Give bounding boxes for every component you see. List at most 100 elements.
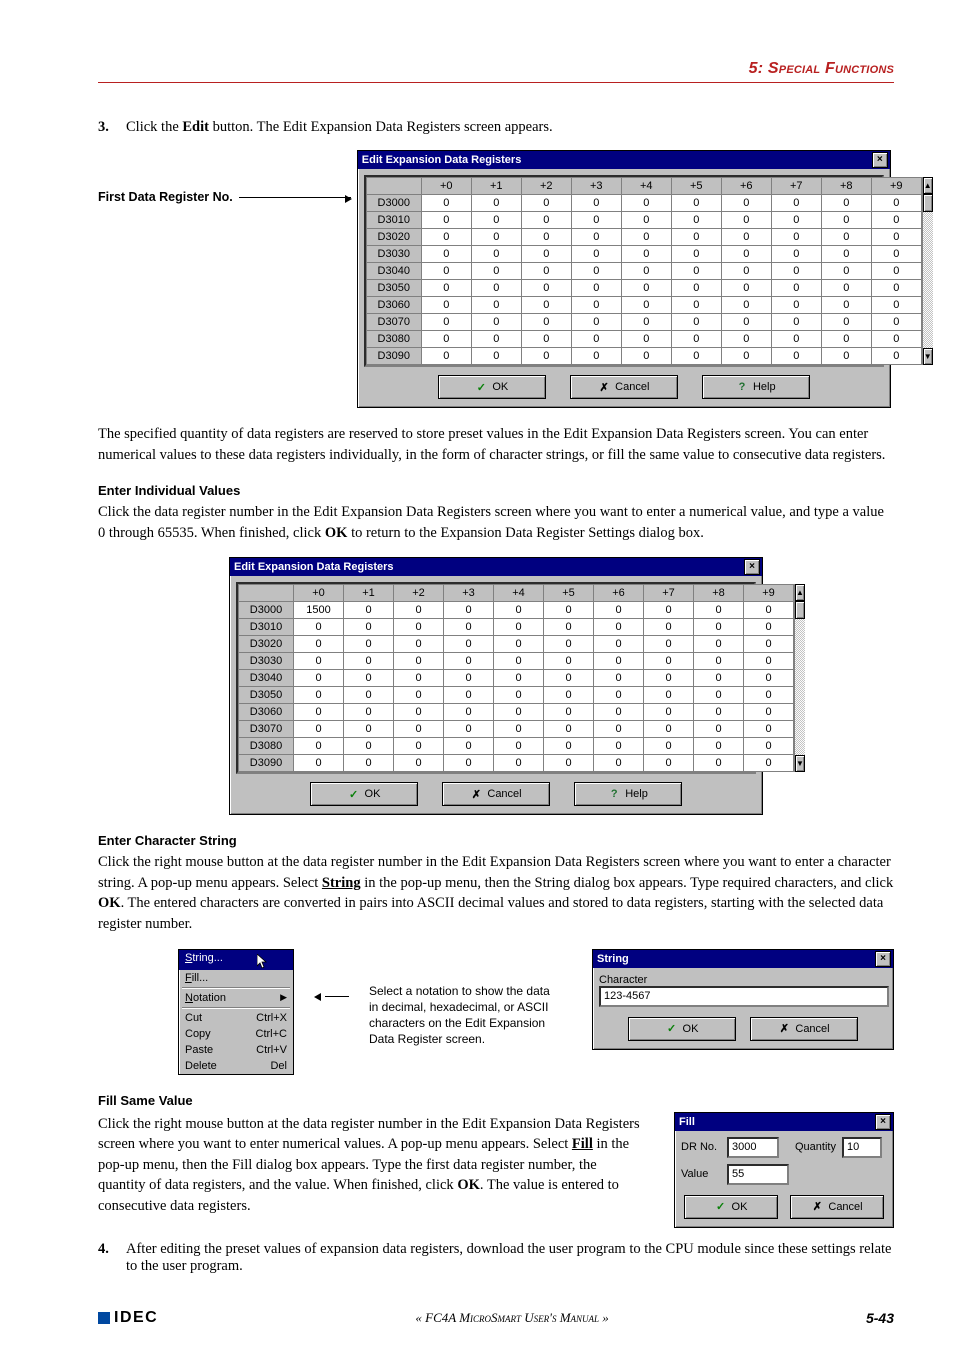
- grid-cell[interactable]: 0: [621, 314, 671, 331]
- grid-cell[interactable]: 0: [821, 297, 871, 314]
- grid-cell[interactable]: 0: [471, 314, 521, 331]
- cancel-button[interactable]: ✗Cancel: [442, 782, 550, 806]
- row-header[interactable]: D3060: [366, 297, 421, 314]
- grid-cell[interactable]: 0: [671, 246, 721, 263]
- row-header[interactable]: D3000: [366, 195, 421, 212]
- grid-cell[interactable]: 0: [521, 229, 571, 246]
- grid-cell[interactable]: 0: [744, 670, 794, 687]
- grid-cell[interactable]: 0: [571, 212, 621, 229]
- grid-cell[interactable]: 0: [821, 280, 871, 297]
- menu-string[interactable]: String...: [179, 950, 293, 970]
- grid-cell[interactable]: 0: [494, 738, 544, 755]
- grid-cell[interactable]: 0: [721, 348, 771, 365]
- grid-cell[interactable]: 0: [744, 602, 794, 619]
- grid-cell[interactable]: 0: [344, 602, 394, 619]
- grid-cell[interactable]: 0: [671, 280, 721, 297]
- context-menu[interactable]: String... Fill... Notation▶ CutCtrl+X Co…: [178, 949, 294, 1075]
- grid-cell[interactable]: 0: [721, 263, 771, 280]
- grid-cell[interactable]: 0: [444, 653, 494, 670]
- grid-cell[interactable]: 0: [621, 331, 671, 348]
- grid-cell[interactable]: 0: [571, 195, 621, 212]
- grid-cell[interactable]: 0: [744, 704, 794, 721]
- grid-cell[interactable]: 0: [671, 263, 721, 280]
- grid-cell[interactable]: 0: [744, 653, 794, 670]
- grid-cell[interactable]: 0: [644, 653, 694, 670]
- grid-cell[interactable]: 0: [621, 263, 671, 280]
- grid-cell[interactable]: 0: [294, 721, 344, 738]
- row-header[interactable]: D3010: [239, 619, 294, 636]
- grid-cell[interactable]: 0: [344, 755, 394, 772]
- row-header[interactable]: D3050: [366, 280, 421, 297]
- row-header[interactable]: D3040: [366, 263, 421, 280]
- grid-cell[interactable]: 0: [671, 229, 721, 246]
- cancel-button[interactable]: ✗Cancel: [570, 375, 678, 399]
- character-input[interactable]: 123-4567: [599, 986, 889, 1007]
- grid-cell[interactable]: 0: [571, 331, 621, 348]
- grid-cell[interactable]: 0: [421, 195, 471, 212]
- grid-cell[interactable]: 0: [694, 670, 744, 687]
- grid-cell[interactable]: 0: [821, 263, 871, 280]
- scroll-thumb[interactable]: [923, 194, 933, 212]
- grid-cell[interactable]: 0: [594, 619, 644, 636]
- grid-cell[interactable]: 0: [294, 704, 344, 721]
- grid-cell[interactable]: 0: [671, 195, 721, 212]
- close-icon[interactable]: ×: [875, 1114, 891, 1130]
- grid-cell[interactable]: 0: [494, 670, 544, 687]
- grid-cell[interactable]: 0: [721, 229, 771, 246]
- grid-cell[interactable]: 0: [521, 263, 571, 280]
- grid-cell[interactable]: 0: [644, 721, 694, 738]
- menu-delete[interactable]: DeleteDel: [179, 1058, 293, 1074]
- grid-cell[interactable]: 0: [644, 670, 694, 687]
- grid-cell[interactable]: 0: [871, 314, 921, 331]
- grid-cell[interactable]: 0: [771, 297, 821, 314]
- grid-cell[interactable]: 0: [871, 246, 921, 263]
- grid-cell[interactable]: 0: [394, 653, 444, 670]
- grid-cell[interactable]: 0: [871, 280, 921, 297]
- row-header[interactable]: D3090: [239, 755, 294, 772]
- grid-cell[interactable]: 0: [644, 738, 694, 755]
- grid-cell[interactable]: 0: [744, 738, 794, 755]
- grid-cell[interactable]: 0: [771, 246, 821, 263]
- row-header[interactable]: D3040: [239, 670, 294, 687]
- row-header[interactable]: D3070: [239, 721, 294, 738]
- register-grid[interactable]: +0+1+2+3+4+5+6+7+8+9D30000000000000D3010…: [366, 177, 922, 365]
- grid-cell[interactable]: 0: [544, 721, 594, 738]
- menu-copy[interactable]: CopyCtrl+C: [179, 1026, 293, 1042]
- grid-cell[interactable]: 0: [544, 602, 594, 619]
- close-icon[interactable]: ×: [744, 559, 760, 575]
- grid-cell[interactable]: 0: [494, 653, 544, 670]
- scroll-up-icon[interactable]: ▲: [795, 584, 805, 601]
- scroll-down-icon[interactable]: ▼: [923, 348, 933, 365]
- grid-cell[interactable]: 0: [621, 229, 671, 246]
- close-icon[interactable]: ×: [875, 951, 891, 967]
- grid-cell[interactable]: 0: [494, 602, 544, 619]
- grid-cell[interactable]: 0: [721, 212, 771, 229]
- grid-cell[interactable]: 0: [294, 738, 344, 755]
- scroll-thumb[interactable]: [795, 601, 805, 619]
- grid-cell[interactable]: 0: [694, 636, 744, 653]
- scroll-up-icon[interactable]: ▲: [923, 177, 933, 194]
- grid-cell[interactable]: 0: [671, 348, 721, 365]
- grid-cell[interactable]: 0: [821, 195, 871, 212]
- grid-cell[interactable]: 0: [594, 653, 644, 670]
- grid-cell[interactable]: 0: [644, 687, 694, 704]
- drno-input[interactable]: 3000: [727, 1137, 779, 1158]
- grid-cell[interactable]: 0: [571, 314, 621, 331]
- grid-cell[interactable]: 0: [344, 687, 394, 704]
- grid-cell[interactable]: 0: [771, 263, 821, 280]
- grid-cell[interactable]: 0: [871, 212, 921, 229]
- grid-cell[interactable]: 0: [544, 653, 594, 670]
- grid-cell[interactable]: 0: [871, 297, 921, 314]
- grid-cell[interactable]: 0: [744, 721, 794, 738]
- grid-cell[interactable]: 0: [394, 670, 444, 687]
- grid-cell[interactable]: 0: [594, 738, 644, 755]
- grid-cell[interactable]: 0: [871, 229, 921, 246]
- row-header[interactable]: D3060: [239, 704, 294, 721]
- grid-cell[interactable]: 0: [694, 653, 744, 670]
- grid-cell[interactable]: 0: [521, 280, 571, 297]
- grid-cell[interactable]: 0: [821, 314, 871, 331]
- ok-button[interactable]: ✓OK: [310, 782, 418, 806]
- grid-cell[interactable]: 0: [694, 721, 744, 738]
- grid-cell[interactable]: 0: [421, 212, 471, 229]
- grid-cell[interactable]: 0: [421, 246, 471, 263]
